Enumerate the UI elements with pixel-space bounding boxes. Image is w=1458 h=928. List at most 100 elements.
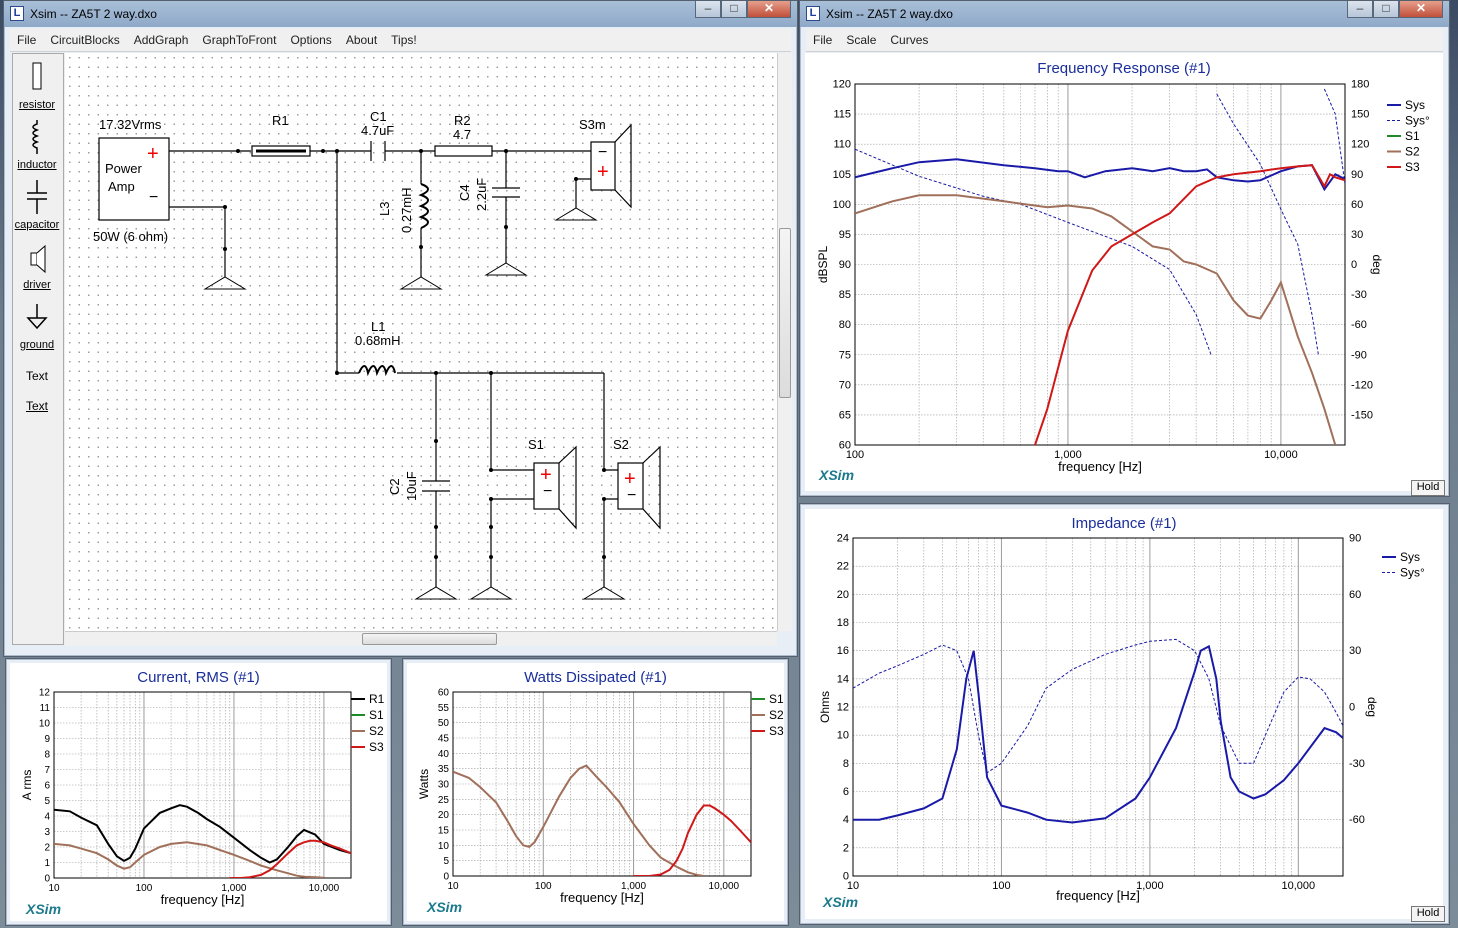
- voltage-label: 17.32Vrms: [99, 117, 162, 132]
- y2-tick-label: 90: [1349, 533, 1361, 545]
- x-tick-label: 10,000: [309, 883, 340, 894]
- r2-value: 4.7: [453, 127, 472, 142]
- series-line-sys: [853, 644, 1343, 824]
- s1-label: S1: [528, 437, 544, 452]
- close-button[interactable]: ✕: [1399, 1, 1443, 18]
- freq-titlebar[interactable]: L Xsim -- ZA5T 2 way.dxo – □ ✕: [800, 1, 1449, 27]
- y-tick-label: 60: [438, 688, 450, 699]
- y2-tick-label: 30: [1349, 645, 1361, 657]
- y-tick-label: 5: [44, 796, 50, 807]
- y2-tick-label: -90: [1351, 349, 1367, 361]
- legend-item-s3: S3: [369, 740, 384, 754]
- minimize-button[interactable]: –: [1347, 1, 1373, 18]
- y2-tick-label: 30: [1351, 229, 1363, 241]
- y-tick-label: 35: [438, 764, 450, 775]
- y2-tick-label: 150: [1351, 109, 1369, 121]
- y-tick-label: 10: [438, 841, 450, 852]
- freq-menubar: File Scale Curves: [806, 29, 1443, 52]
- y-tick-label: 20: [438, 810, 450, 821]
- y-tick-label: 70: [839, 379, 851, 391]
- legend-item-r1: R1: [369, 692, 385, 706]
- y2-tick-label: 0: [1351, 259, 1357, 271]
- x-tick-label: 100: [992, 880, 1010, 892]
- legend-item-sys: Sys: [1405, 98, 1425, 112]
- s3m-minus: −: [598, 144, 608, 161]
- menu-file[interactable]: File: [806, 33, 839, 47]
- y-tick-label: 15: [438, 826, 450, 837]
- y-tick-label: 14: [837, 673, 849, 685]
- l1-label: L1: [371, 319, 386, 334]
- y-tick-label: 8: [843, 758, 849, 770]
- y-tick-label: 40: [438, 749, 450, 760]
- watts-plot: 05101520253035404550556010 100 1,000 10,000…: [417, 688, 784, 906]
- schematic-wiring: [98, 123, 661, 600]
- r2-label: R2: [454, 113, 471, 128]
- y2-tick-label: -150: [1351, 409, 1373, 421]
- amp-plus: +: [147, 143, 159, 165]
- y2-tick-label: 90: [1351, 169, 1363, 181]
- series-line-s2: [453, 764, 704, 876]
- y-tick-label: 85: [839, 289, 851, 301]
- l1-value: 0.68mH: [355, 333, 401, 348]
- y-axis-label: Watts: [417, 769, 431, 799]
- y2-tick-label: -60: [1349, 814, 1365, 826]
- y-tick-label: 9: [44, 734, 50, 745]
- y-tick-label: 50: [438, 718, 450, 729]
- y-tick-label: 115: [833, 109, 851, 121]
- y-tick-label: 110: [833, 139, 851, 151]
- c4-value: 2.2uF: [474, 177, 489, 211]
- legend-item-sys: Sys: [1400, 550, 1420, 564]
- y2-tick-label: 120: [1351, 139, 1369, 151]
- s1-minus: −: [543, 483, 553, 500]
- legend-item-s1: S1: [369, 708, 384, 722]
- watts-window[interactable]: Watts Dissipated (#1) 0 5 10 15 20 25 30 35 40 45…: [402, 658, 789, 926]
- legend-item-s2: S2: [1405, 145, 1420, 159]
- amp-label-line1: Power: [105, 161, 142, 176]
- maximize-button[interactable]: □: [1373, 1, 1399, 18]
- legend-item-s1: S1: [1405, 129, 1420, 143]
- amp-rating-label: 50W (6 ohm): [93, 229, 169, 244]
- y-tick-label: 20: [837, 589, 849, 601]
- frequency-response-plot: 60 65 70 75 80 85 90 95 100 105 110 115 120 -150 -120 -…: [816, 79, 1430, 475]
- y-tick-label: 8: [44, 750, 50, 761]
- hold-button[interactable]: Hold: [1411, 480, 1445, 496]
- c2-label: C2: [387, 478, 402, 495]
- x-axis-label: frequency [Hz]: [1056, 888, 1140, 903]
- x-tick-label: 100: [535, 881, 552, 892]
- y2-tick-label: 0: [1349, 702, 1355, 714]
- x-tick-label: 10: [447, 881, 459, 892]
- y-tick-label: 22: [837, 561, 849, 573]
- legend-item-s1: S1: [769, 692, 784, 706]
- c1-value: 4.7uF: [361, 123, 395, 138]
- y-tick-label: 5: [443, 856, 449, 867]
- y-tick-label: 3: [44, 827, 50, 838]
- impedance-graph: Impedance (#1) 0 2 4 6 8 10 12 14 16 18 20 22 24 -60-…: [805, 509, 1445, 922]
- x-tick-label: 10: [48, 883, 60, 894]
- legend-item-s3: S3: [1405, 160, 1420, 174]
- y-tick-label: 12: [39, 688, 51, 699]
- c4-label: C4: [457, 184, 472, 201]
- y-tick-label: 2: [44, 843, 50, 854]
- impedance-plot: 024681012141618202224-60-30030609010 100 1…: [818, 533, 1425, 904]
- y-tick-label: 100: [833, 199, 851, 211]
- plot-frame: [852, 537, 1344, 877]
- xsim-brand: XSim: [819, 467, 855, 483]
- menu-scale[interactable]: Scale: [839, 33, 883, 47]
- y2-tick-label: 60: [1351, 199, 1363, 211]
- y-tick-label: 120: [833, 79, 851, 91]
- window-title: Xsim -- ZA5T 2 way.dxo: [826, 7, 953, 21]
- hold-button[interactable]: Hold: [1411, 906, 1445, 922]
- y2-tick-label: -30: [1351, 289, 1367, 301]
- impedance-window[interactable]: Impedance (#1) 0 2 4 6 8 10 12 14 16 18 20 22 24 -60-…: [799, 503, 1450, 925]
- menu-curves[interactable]: Curves: [883, 33, 935, 47]
- schematic-window[interactable]: L Xsim -- ZA5T 2 way.dxo – □ ✕ File Circ…: [3, 0, 798, 657]
- legend-item-sys-phase: Sys°: [1400, 566, 1425, 580]
- frequency-response-window[interactable]: L Xsim -- ZA5T 2 way.dxo – □ ✕ File Scal…: [799, 0, 1450, 497]
- y-tick-label: 95: [839, 229, 851, 241]
- y-tick-label: 45: [438, 734, 450, 745]
- legend-item-s2: S2: [369, 724, 384, 738]
- c1-label: C1: [370, 109, 387, 124]
- current-window[interactable]: Current, RMS (#1) 0 1 2 3 4 5 6 7 8 9 10 11 12 10 100 1…: [5, 658, 392, 926]
- current-plot: 012345678910111210 100 1,000 10,000frequenc…: [20, 688, 385, 908]
- xsim-brand: XSim: [823, 894, 859, 910]
